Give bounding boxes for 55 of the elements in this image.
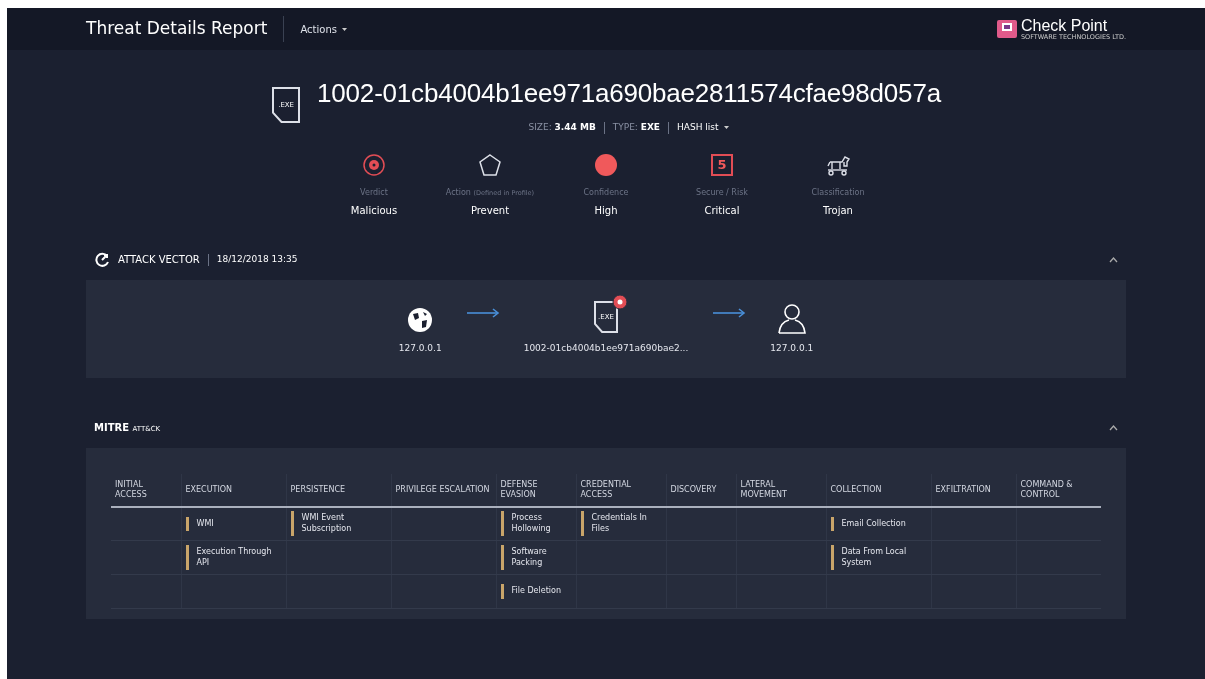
technique-item[interactable]: Process Hollowing: [500, 511, 572, 537]
user-icon: [776, 301, 807, 334]
node-label: 127.0.0.1: [770, 341, 814, 355]
report-title: Threat Details Report: [86, 17, 268, 41]
actions-menu[interactable]: Actions: [300, 21, 348, 37]
column-header: PERSISTENCE: [286, 473, 391, 507]
technique-item[interactable]: Software Packing: [500, 545, 572, 570]
file-type: TYPE: EXE: [612, 121, 661, 134]
section-title: ATTACK VECTOR: [118, 253, 200, 267]
summary-value: Critical: [704, 203, 740, 218]
column-header: COLLECTION: [826, 473, 931, 507]
technique-item[interactable]: Execution Through API: [185, 545, 282, 570]
technique-item[interactable]: Data From Local System: [830, 545, 927, 570]
column-header: EXECUTION: [181, 473, 286, 507]
column-header: COMMAND & CONTROL: [1016, 473, 1101, 507]
caret-icon: [722, 125, 730, 131]
summary-value: Malicious: [350, 203, 398, 218]
column-header: PRIVILEGE ESCALATION: [391, 473, 496, 507]
arrow-icon: [712, 307, 747, 318]
summary-value: Prevent: [470, 203, 510, 218]
logo-name: Check Point: [1020, 17, 1109, 34]
file-size: SIZE: 3.44 MB: [528, 121, 596, 134]
hash-list-menu[interactable]: HASH list: [677, 121, 730, 135]
column-header: CREDENTIAL ACCESS: [576, 473, 666, 507]
column-header: EXFILTRATION: [931, 473, 1016, 507]
risk-score: 5: [711, 153, 733, 176]
file-icon: [271, 86, 302, 124]
column-header: LATERAL MOVEMENT: [736, 473, 826, 507]
technique-item[interactable]: Email Collection: [830, 516, 927, 531]
column-header: DISCOVERY: [666, 473, 736, 507]
file-hash: 1002-01cb4004b1ee971a690bae2811574cfae98d057a: [317, 77, 941, 110]
attack-vector-icon: [94, 251, 110, 268]
summary-label: Classification: [811, 186, 865, 199]
summary-label: Secure / Risk: [696, 186, 748, 199]
column-header: INITIAL ACCESS: [111, 473, 181, 507]
file-icon: [593, 299, 619, 334]
pentagon-icon: [478, 152, 502, 177]
technique-item[interactable]: WMI: [185, 516, 282, 531]
column-header: DEFENSE EVASION: [496, 473, 576, 507]
logo-icon: [996, 20, 1017, 38]
confidence-dot-icon: [594, 152, 618, 177]
chevron-up-icon: [1109, 257, 1118, 263]
summary-label: Verdict: [360, 186, 388, 199]
technique-item[interactable]: File Deletion: [500, 584, 572, 599]
summary-value: High: [594, 203, 618, 218]
attack-date: 18/12/2018 13:35: [216, 252, 298, 266]
technique-item[interactable]: WMI Event Subscription: [290, 511, 387, 537]
node-label: 1002-01cb4004b1ee971a690bae2...: [523, 341, 689, 355]
technique-item[interactable]: Credentials In Files: [580, 511, 662, 537]
caret-icon: [340, 26, 348, 32]
summary-label: Confidence: [583, 186, 629, 199]
arrow-icon: [465, 307, 500, 318]
node-label: 127.0.0.1: [398, 341, 442, 355]
summary-value: Trojan: [823, 203, 853, 218]
chevron-up-icon: [1109, 425, 1118, 431]
